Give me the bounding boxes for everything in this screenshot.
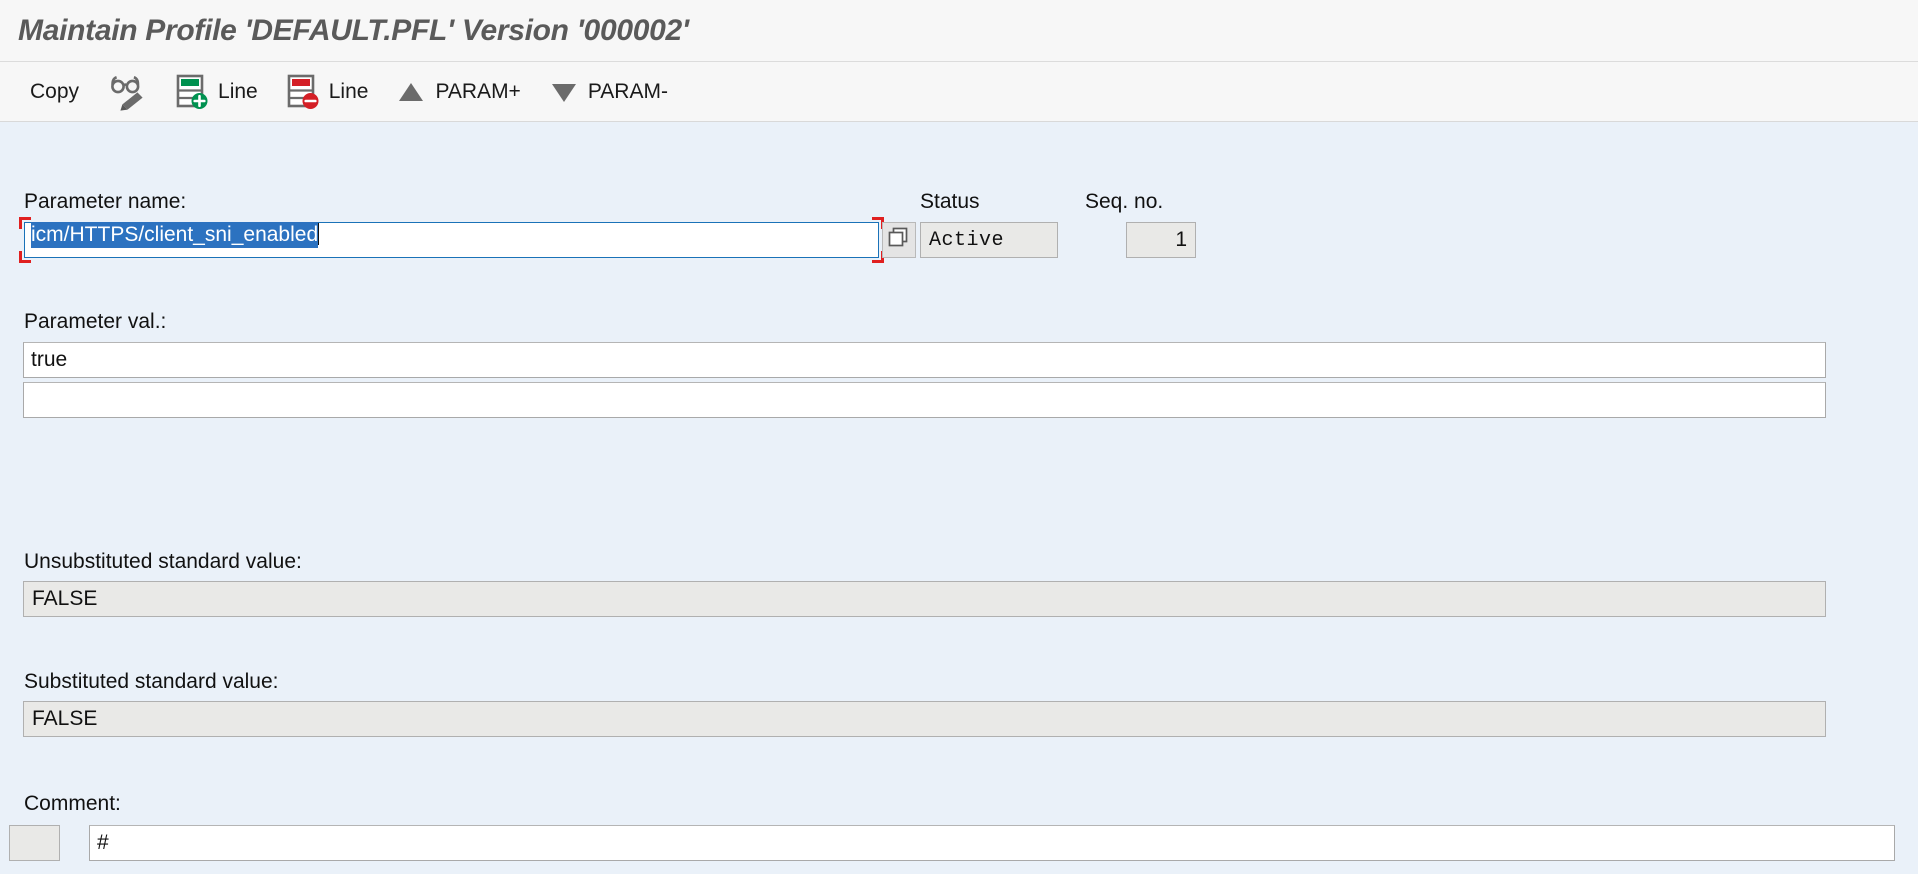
param-down-button[interactable]: PARAM-	[535, 70, 682, 114]
comment-label: Comment:	[24, 792, 121, 815]
seq-no-label: Seq. no.	[1085, 190, 1164, 213]
copy-button[interactable]: Copy	[16, 70, 93, 114]
comment-input[interactable]: #	[89, 825, 1895, 861]
parameter-name-input[interactable]: icm/HTTPS/client_sni_enabled	[24, 222, 879, 258]
display-change-toggle-button[interactable]	[93, 70, 161, 114]
parameter-name-label: Parameter name:	[24, 190, 187, 213]
param-up-button[interactable]: PARAM+	[382, 70, 534, 114]
unsubstituted-standard-value-label: Unsubstituted standard value:	[24, 550, 302, 573]
delete-line-button[interactable]: Line	[272, 70, 383, 114]
triangle-down-icon	[549, 77, 579, 107]
param-up-label: PARAM+	[435, 79, 521, 103]
substituted-standard-value: FALSE	[23, 701, 1826, 737]
form-content-area: Parameter name: icm/HTTPS/client_sni_ena…	[0, 122, 1918, 874]
param-down-label: PARAM-	[587, 79, 668, 103]
value-help-icon	[888, 227, 910, 254]
triangle-up-icon	[396, 77, 426, 107]
status-label: Status	[920, 190, 980, 213]
status-value: Active	[920, 222, 1058, 258]
parameter-name-field-wrapper: icm/HTTPS/client_sni_enabled	[19, 217, 884, 263]
parameter-name-value-help-button[interactable]	[882, 222, 916, 258]
delete-line-icon	[286, 73, 320, 111]
insert-line-label: Line	[218, 79, 258, 103]
copy-button-label: Copy	[30, 79, 80, 103]
application-toolbar: Copy Line Line PARAM+ PARAM-	[0, 62, 1918, 122]
glasses-pencil-icon	[107, 73, 147, 111]
substituted-standard-value-label: Substituted standard value:	[24, 670, 279, 693]
parameter-value-label: Parameter val.:	[24, 310, 167, 333]
seq-no-value: 1	[1126, 222, 1196, 258]
delete-line-label: Line	[328, 79, 369, 103]
text-caret	[318, 223, 320, 245]
parameter-value-input-line-2[interactable]	[23, 382, 1826, 418]
insert-line-icon	[175, 73, 209, 111]
window-titlebar: Maintain Profile 'DEFAULT.PFL' Version '…	[0, 0, 1918, 62]
page-title: Maintain Profile 'DEFAULT.PFL' Version '…	[18, 13, 689, 47]
insert-line-button[interactable]: Line	[161, 70, 272, 114]
parameter-name-value: icm/HTTPS/client_sni_enabled	[31, 222, 319, 248]
parameter-value-input-line-1[interactable]: true	[23, 342, 1826, 378]
unsubstituted-standard-value: FALSE	[23, 581, 1826, 617]
comment-prefix-box	[9, 825, 60, 861]
